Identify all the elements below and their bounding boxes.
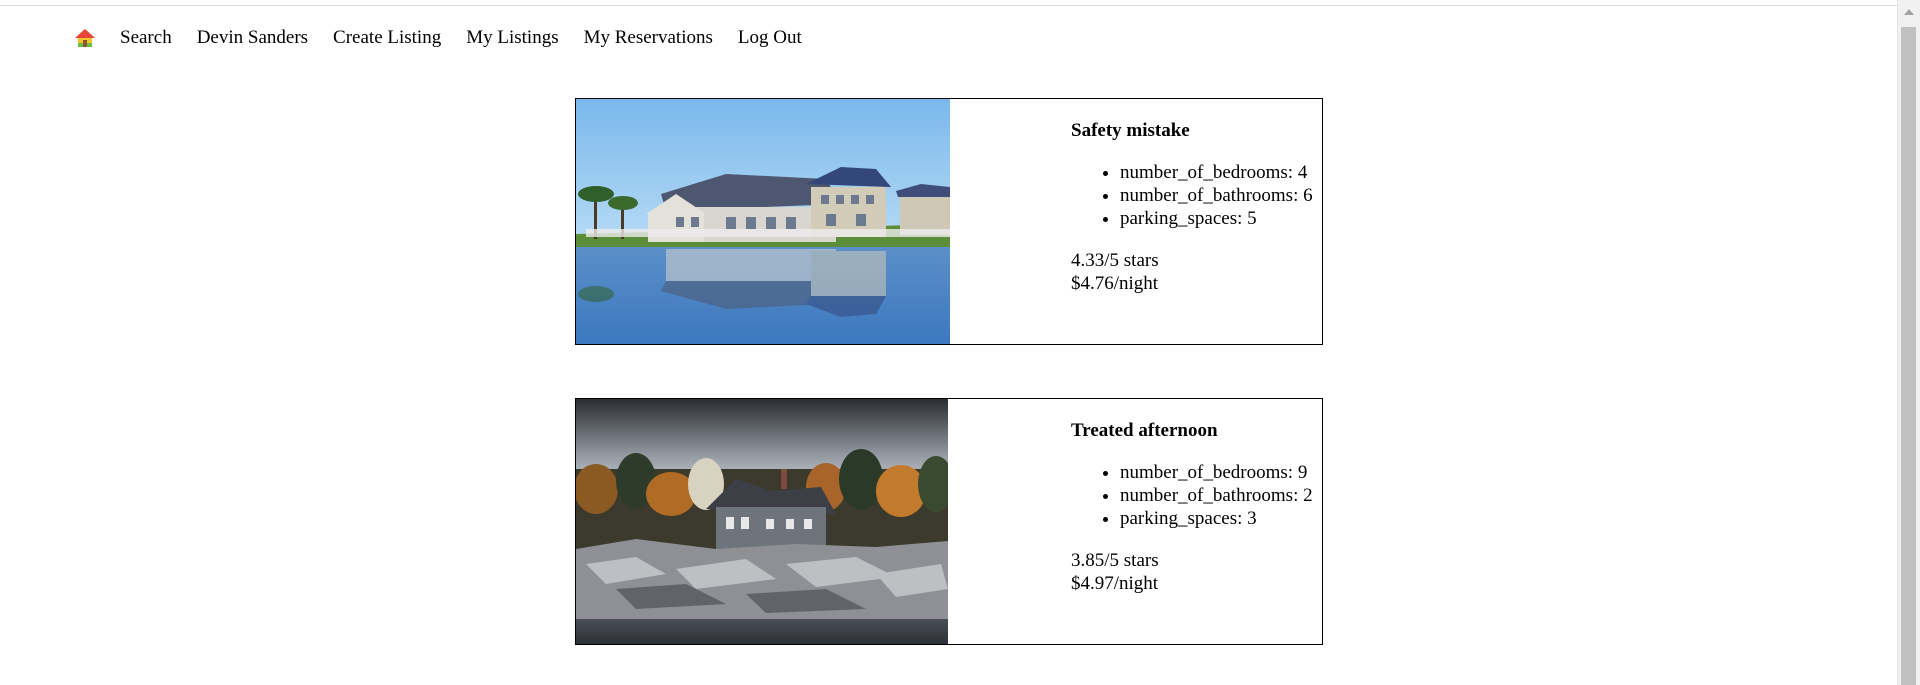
- home-link[interactable]: [72, 24, 100, 52]
- feature-item: parking_spaces: 3: [1120, 507, 1313, 530]
- browser-top-edge: [0, 0, 1898, 6]
- nav-my-reservations-link[interactable]: My Reservations: [584, 27, 713, 49]
- listing-features: number_of_bedrooms: 9 number_of_bathroom…: [1071, 461, 1313, 530]
- listing-features: number_of_bedrooms: 4 number_of_bathroom…: [1071, 161, 1313, 230]
- nav-create-listing-link[interactable]: Create Listing: [333, 27, 441, 49]
- listing-title[interactable]: Treated afternoon: [1071, 419, 1313, 442]
- scroll-up-arrow-icon[interactable]: [1904, 9, 1914, 15]
- listing-info: Safety mistake number_of_bedrooms: 4 num…: [1071, 119, 1313, 295]
- vertical-scrollbar[interactable]: [1897, 0, 1920, 685]
- feature-item: parking_spaces: 5: [1120, 207, 1313, 230]
- home-icon: [75, 29, 95, 47]
- listing-price: $4.97/night: [1071, 573, 1159, 594]
- listing-title[interactable]: Safety mistake: [1071, 119, 1313, 142]
- scroll-thumb[interactable]: [1901, 27, 1916, 685]
- listing-card[interactable]: Safety mistake number_of_bedrooms: 4 num…: [575, 98, 1323, 345]
- listing-info: Treated afternoon number_of_bedrooms: 9 …: [1071, 419, 1313, 595]
- listing-rating: 4.33/5 stars: [1071, 250, 1159, 271]
- feature-item: number_of_bathrooms: 6: [1120, 184, 1313, 207]
- nav-user-link[interactable]: Devin Sanders: [197, 27, 308, 49]
- nav-log-out-link[interactable]: Log Out: [738, 27, 802, 49]
- listing-photo: [576, 399, 948, 644]
- feature-item: number_of_bedrooms: 9: [1120, 461, 1313, 484]
- main-nav: Search Devin Sanders Create Listing My L…: [72, 24, 827, 52]
- listing-rating: 3.85/5 stars: [1071, 550, 1159, 571]
- listing-price: $4.76/night: [1071, 273, 1159, 294]
- listing-photo: [576, 99, 950, 344]
- feature-item: number_of_bathrooms: 2: [1120, 484, 1313, 507]
- nav-my-listings-link[interactable]: My Listings: [466, 27, 558, 49]
- feature-item: number_of_bedrooms: 4: [1120, 161, 1313, 184]
- nav-search-link[interactable]: Search: [120, 27, 172, 49]
- listing-card[interactable]: Treated afternoon number_of_bedrooms: 9 …: [575, 398, 1323, 645]
